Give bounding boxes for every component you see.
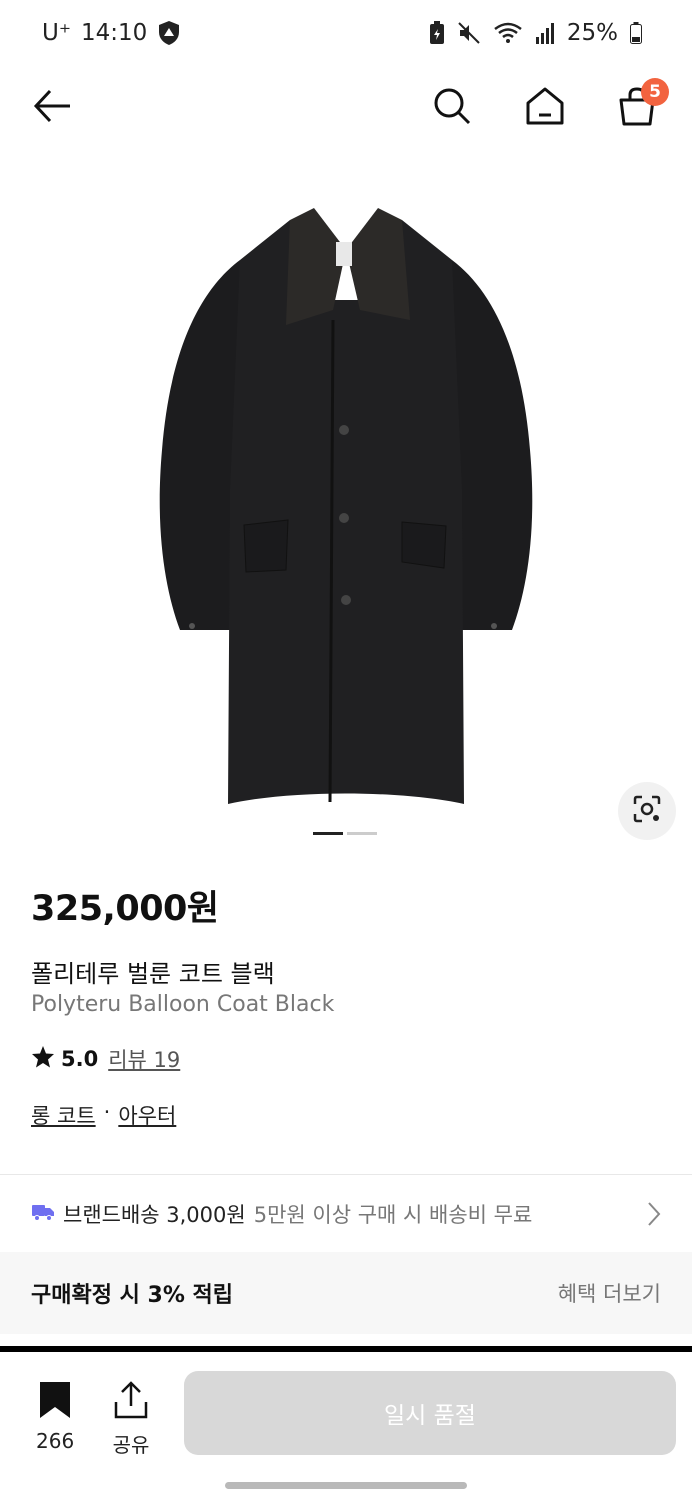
- rating-score: 5.0: [61, 1047, 99, 1071]
- shipping-condition: 5만원 이상 구매 시 배송비 무료: [253, 1203, 533, 1227]
- top-nav: 5: [0, 72, 692, 144]
- product-image[interactable]: [140, 190, 552, 810]
- image-pager: [313, 832, 377, 835]
- rating-row: 5.0 리뷰 19: [31, 1044, 180, 1074]
- home-icon: [525, 86, 565, 130]
- benefit-more-link[interactable]: 혜택 더보기: [558, 1278, 661, 1308]
- shipping-row[interactable]: 브랜드배송 3,000원 5만원 이상 구매 시 배송비 무료: [0, 1178, 692, 1250]
- battery-saver-icon: [429, 21, 445, 45]
- star-icon: [31, 1045, 55, 1074]
- bottom-action-bar: 266 공유 일시 품절: [0, 1352, 692, 1500]
- battery-percent: 25%: [566, 20, 618, 46]
- cart-button[interactable]: 5: [613, 78, 669, 132]
- wifi-icon: [493, 21, 523, 45]
- category-long-coat-link[interactable]: 롱 코트: [31, 1100, 96, 1130]
- mute-icon: [457, 21, 481, 45]
- signal-icon: [535, 22, 555, 44]
- truck-icon: [31, 1202, 55, 1227]
- shield-icon: [157, 20, 181, 46]
- search-icon: [432, 86, 472, 130]
- pager-dot-active: [313, 832, 343, 835]
- share-label: 공유: [112, 1433, 150, 1457]
- status-bar: U⁺ 14:10 25%: [0, 0, 692, 68]
- shipping-fee: 브랜드배송 3,000원: [63, 1203, 246, 1227]
- category-breadcrumb: 롱 코트 · 아우터: [31, 1100, 176, 1130]
- search-button[interactable]: [428, 84, 476, 132]
- share-button[interactable]: 공유: [112, 1380, 150, 1458]
- home-button[interactable]: [521, 84, 569, 132]
- bookmark-button[interactable]: 266: [36, 1380, 74, 1453]
- divider: [0, 1174, 692, 1175]
- status-time: 14:10: [80, 20, 148, 46]
- category-outer-link[interactable]: 아우터: [118, 1100, 176, 1130]
- back-button[interactable]: [28, 84, 76, 132]
- soldout-button[interactable]: 일시 품절: [184, 1371, 676, 1455]
- cart-count-badge: 5: [641, 78, 669, 106]
- bookmark-count: 266: [36, 1429, 75, 1453]
- carrier-label: U⁺: [42, 20, 71, 46]
- benefit-title: 구매확정 시 3% 적립: [31, 1283, 234, 1308]
- image-search-button[interactable]: [618, 782, 676, 840]
- category-separator: ·: [103, 1100, 111, 1124]
- product-price: 325,000원: [31, 889, 219, 929]
- bookmark-icon: [37, 1380, 73, 1425]
- battery-icon: [630, 22, 642, 44]
- product-name-en: Polyteru Balloon Coat Black: [31, 992, 335, 1017]
- review-link[interactable]: 리뷰 19: [108, 1044, 180, 1074]
- chevron-right-icon: [646, 1200, 662, 1233]
- lens-icon: [632, 794, 662, 828]
- share-icon: [112, 1380, 150, 1425]
- back-arrow-icon: [32, 88, 72, 128]
- pager-dot: [347, 832, 377, 835]
- product-name-ko: 폴리테루 벌룬 코트 블랙: [31, 960, 275, 988]
- benefit-row[interactable]: 구매확정 시 3% 적립 혜택 더보기: [0, 1252, 692, 1334]
- home-indicator[interactable]: [225, 1482, 467, 1489]
